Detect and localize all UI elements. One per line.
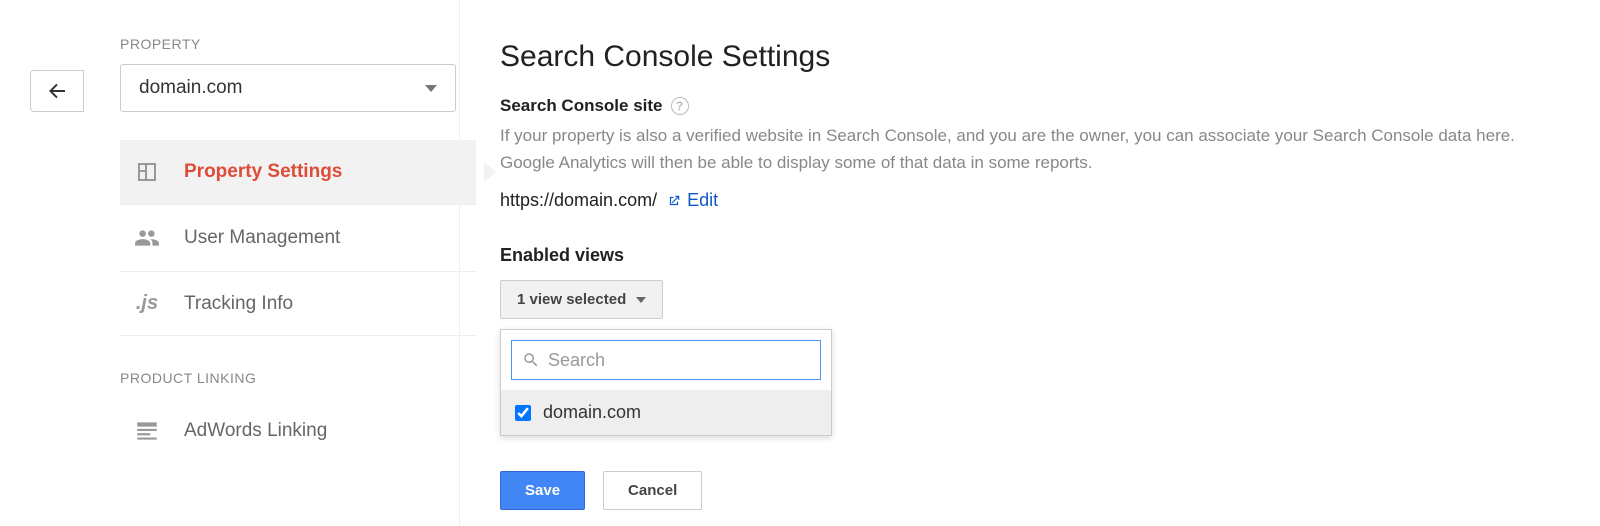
caret-down-icon <box>425 85 437 92</box>
views-search-input[interactable] <box>548 350 810 371</box>
site-heading-row: Search Console site ? <box>500 96 1600 116</box>
cancel-button[interactable]: Cancel <box>603 471 702 510</box>
page-title: Search Console Settings <box>500 40 1600 74</box>
edit-label: Edit <box>687 190 718 211</box>
sidebar-item-user-management[interactable]: User Management <box>120 205 476 272</box>
back-button[interactable] <box>30 70 84 112</box>
help-icon[interactable]: ? <box>671 97 689 115</box>
sidebar-item-label: AdWords Linking <box>184 420 327 442</box>
site-heading: Search Console site <box>500 96 663 116</box>
layout-icon <box>132 160 162 184</box>
edit-link[interactable]: Edit <box>667 190 718 211</box>
back-arrow-icon <box>45 79 69 103</box>
action-row: Save Cancel <box>500 471 702 510</box>
views-option-checkbox[interactable] <box>515 405 531 421</box>
views-search-field[interactable] <box>511 340 821 380</box>
enabled-views-label: Enabled views <box>500 245 1600 266</box>
sidebar-item-label: Tracking Info <box>184 293 293 315</box>
sidebar-nav: Property Settings User Management .js Tr… <box>120 140 476 336</box>
property-select-value: domain.com <box>139 77 243 99</box>
users-icon <box>132 225 162 251</box>
sidebar-item-label: User Management <box>184 227 340 249</box>
search-icon <box>522 351 540 369</box>
site-description: If your property is also a verified webs… <box>500 122 1540 176</box>
views-option[interactable]: domain.com <box>501 390 831 435</box>
sidebar-item-adwords-linking[interactable]: AdWords Linking <box>120 398 476 464</box>
sidebar-section-property: PROPERTY <box>120 36 459 52</box>
sidebar-item-label: Property Settings <box>184 161 342 183</box>
site-url: https://domain.com/ <box>500 190 657 211</box>
sidebar-item-tracking-info[interactable]: .js Tracking Info <box>120 272 476 336</box>
sidebar-item-property-settings[interactable]: Property Settings <box>120 140 476 205</box>
url-row: https://domain.com/ Edit <box>500 190 1600 211</box>
main-content: Search Console Settings Search Console s… <box>460 0 1600 526</box>
sidebar-section-product-linking: PRODUCT LINKING <box>120 370 459 386</box>
views-option-label: domain.com <box>543 402 641 423</box>
caret-down-icon <box>636 297 646 303</box>
external-link-icon <box>667 194 681 208</box>
views-dropdown-label: 1 view selected <box>517 291 626 308</box>
js-icon: .js <box>132 292 162 315</box>
property-select[interactable]: domain.com <box>120 64 456 112</box>
views-dropdown-panel: domain.com <box>500 329 832 436</box>
save-button[interactable]: Save <box>500 471 585 510</box>
views-dropdown-toggle[interactable]: 1 view selected <box>500 280 663 319</box>
adwords-icon <box>132 418 162 444</box>
